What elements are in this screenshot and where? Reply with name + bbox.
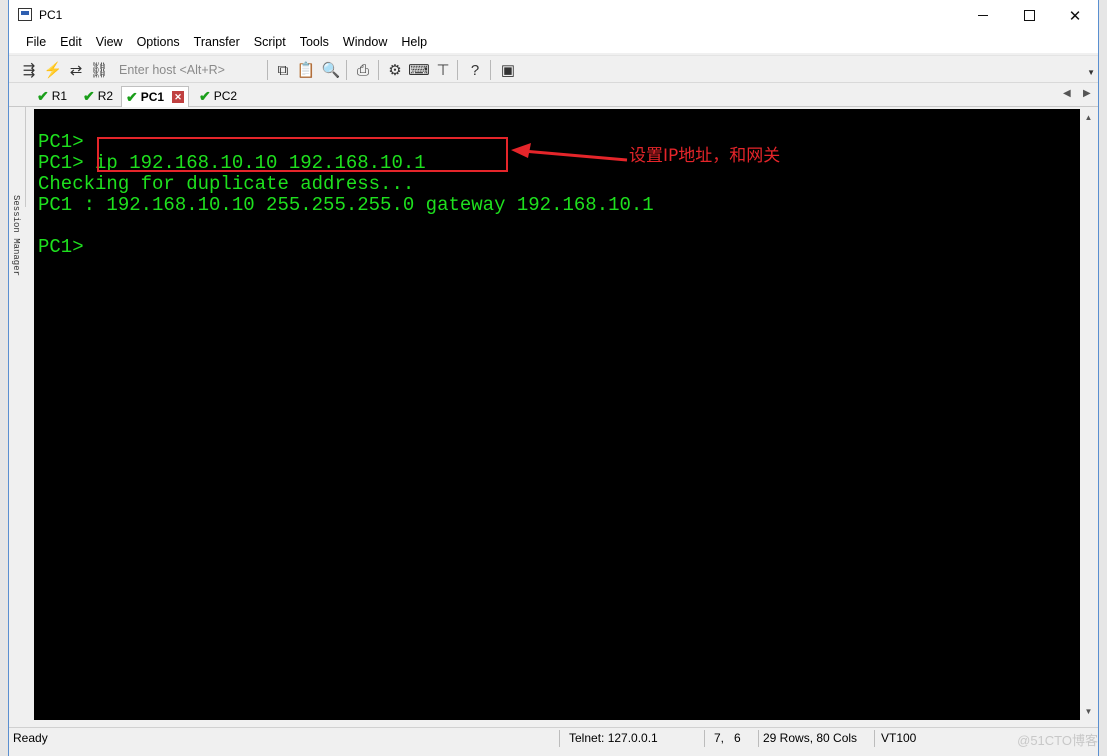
status-divider xyxy=(758,730,759,747)
tab-scroll-right-icon[interactable]: ▶ xyxy=(1083,88,1091,99)
reconnect-icon[interactable]: ⇄ xyxy=(66,60,86,80)
menu-edit[interactable]: Edit xyxy=(53,31,89,53)
background-right-edge xyxy=(1099,0,1107,756)
toolbar: ⇶ ⚡ ⇄ ⛓ ⧉ 📋 🔍 ⎙ ⚙ ⌨ ⊤ ? ▣ ▼ xyxy=(9,55,1098,83)
scroll-up-icon[interactable]: ▲ xyxy=(1080,109,1097,126)
find-icon[interactable]: 🔍 xyxy=(321,60,341,80)
status-divider xyxy=(704,730,705,747)
close-icon: ✕ xyxy=(1068,7,1082,25)
securecrt-window: PC1 ✕ File Edit View Options Transfer Sc… xyxy=(8,0,1099,756)
watermark: @51CTO博客 xyxy=(1017,733,1098,748)
minimize-button[interactable] xyxy=(960,0,1006,31)
connected-check-icon: ✔ xyxy=(126,88,138,105)
screen-icon[interactable]: ▣ xyxy=(498,60,518,80)
annotation-highlight-box xyxy=(97,137,508,172)
menu-transfer[interactable]: Transfer xyxy=(187,31,247,53)
close-button[interactable]: ✕ xyxy=(1052,0,1098,31)
status-connection: Telnet: 127.0.0.1 xyxy=(569,731,658,745)
tab-pc2[interactable]: ✔ PC2 xyxy=(195,86,241,106)
connect-icon[interactable]: ⇶ xyxy=(19,60,39,80)
connected-check-icon: ✔ xyxy=(83,87,95,104)
menu-window[interactable]: Window xyxy=(336,31,394,53)
tab-r2[interactable]: ✔ R2 xyxy=(79,86,117,106)
toolbar-overflow-icon[interactable]: ▼ xyxy=(1087,68,1095,77)
window-title: PC1 xyxy=(39,8,63,22)
tab-label: PC2 xyxy=(213,89,238,103)
minimize-icon xyxy=(978,15,988,16)
menu-help[interactable]: Help xyxy=(394,31,434,53)
settings-gear-icon[interactable]: ⚙ xyxy=(385,60,405,80)
menu-view[interactable]: View xyxy=(89,31,130,53)
status-bar: Ready Telnet: 127.0.0.1 7, 6 29 Rows, 80… xyxy=(9,727,1098,749)
session-manager-panel[interactable]: Session Manager xyxy=(9,107,26,276)
tab-label: PC1 xyxy=(140,90,165,104)
terminal-line: PC1 : 192.168.10.10 255.255.255.0 gatewa… xyxy=(38,194,654,216)
tab-label: R2 xyxy=(97,89,114,103)
session-manager-label: Session Manager xyxy=(11,195,21,277)
toolbar-separator xyxy=(490,60,491,80)
menu-bar: File Edit View Options Transfer Script T… xyxy=(9,31,1098,53)
status-emulation: VT100 xyxy=(881,731,917,745)
sftp-icon[interactable]: ⊤ xyxy=(433,60,453,80)
status-terminal-size: 29 Rows, 80 Cols xyxy=(763,731,858,745)
tab-close-icon[interactable]: ✕ xyxy=(172,91,185,103)
terminal-line: PC1> xyxy=(38,131,84,153)
menu-script[interactable]: Script xyxy=(247,31,293,53)
status-cursor-position: 7, 6 xyxy=(714,731,741,745)
maximize-button[interactable] xyxy=(1006,0,1052,31)
terminal-scrollbar[interactable]: ▲ ▼ xyxy=(1080,109,1097,720)
quick-connect-icon[interactable]: ⚡ xyxy=(43,60,63,80)
maximize-icon xyxy=(1023,10,1035,21)
scroll-down-icon[interactable]: ▼ xyxy=(1080,703,1097,720)
status-ready: Ready xyxy=(13,731,48,745)
menu-file[interactable]: File xyxy=(19,31,53,53)
copy-icon[interactable]: ⧉ xyxy=(273,60,293,80)
tab-pc1[interactable]: ✔ PC1 ✕ xyxy=(121,86,190,107)
menu-options[interactable]: Options xyxy=(130,31,187,53)
status-divider xyxy=(559,730,560,747)
print-icon[interactable]: ⎙ xyxy=(353,60,373,80)
tab-r1[interactable]: ✔ R1 xyxy=(33,86,71,106)
terminal-line: Checking for duplicate address... xyxy=(38,173,415,195)
toolbar-separator xyxy=(457,60,458,80)
tab-label: R1 xyxy=(51,89,68,103)
status-divider xyxy=(874,730,875,747)
connected-check-icon: ✔ xyxy=(199,87,211,104)
host-input[interactable] xyxy=(115,60,271,79)
toolbar-separator xyxy=(267,60,268,80)
annotation-text: 设置IP地址，和网关 xyxy=(629,146,781,166)
toolbar-separator xyxy=(346,60,347,80)
background-left-edge xyxy=(0,0,8,756)
title-bar: PC1 ✕ xyxy=(9,0,1098,31)
terminal-area[interactable]: PC1> PC1> ip 192.168.10.10 192.168.10.1 … xyxy=(34,109,1080,720)
keymap-icon[interactable]: ⌨ xyxy=(408,60,430,80)
disconnect-icon[interactable]: ⛓ xyxy=(89,60,109,80)
terminal-line: PC1> xyxy=(38,236,84,258)
app-icon xyxy=(18,8,32,21)
session-tabs: ✔ R1 ✔ R2 ✔ PC1 ✕ ✔ PC2 ◀ ▶ xyxy=(9,83,1098,107)
tab-scroll-left-icon[interactable]: ◀ xyxy=(1063,88,1071,99)
connected-check-icon: ✔ xyxy=(37,87,49,104)
toolbar-separator xyxy=(378,60,379,80)
menu-tools[interactable]: Tools xyxy=(293,31,336,53)
annotation-arrow-icon xyxy=(511,143,628,162)
help-icon[interactable]: ? xyxy=(465,60,485,80)
paste-icon[interactable]: 📋 xyxy=(296,60,316,80)
